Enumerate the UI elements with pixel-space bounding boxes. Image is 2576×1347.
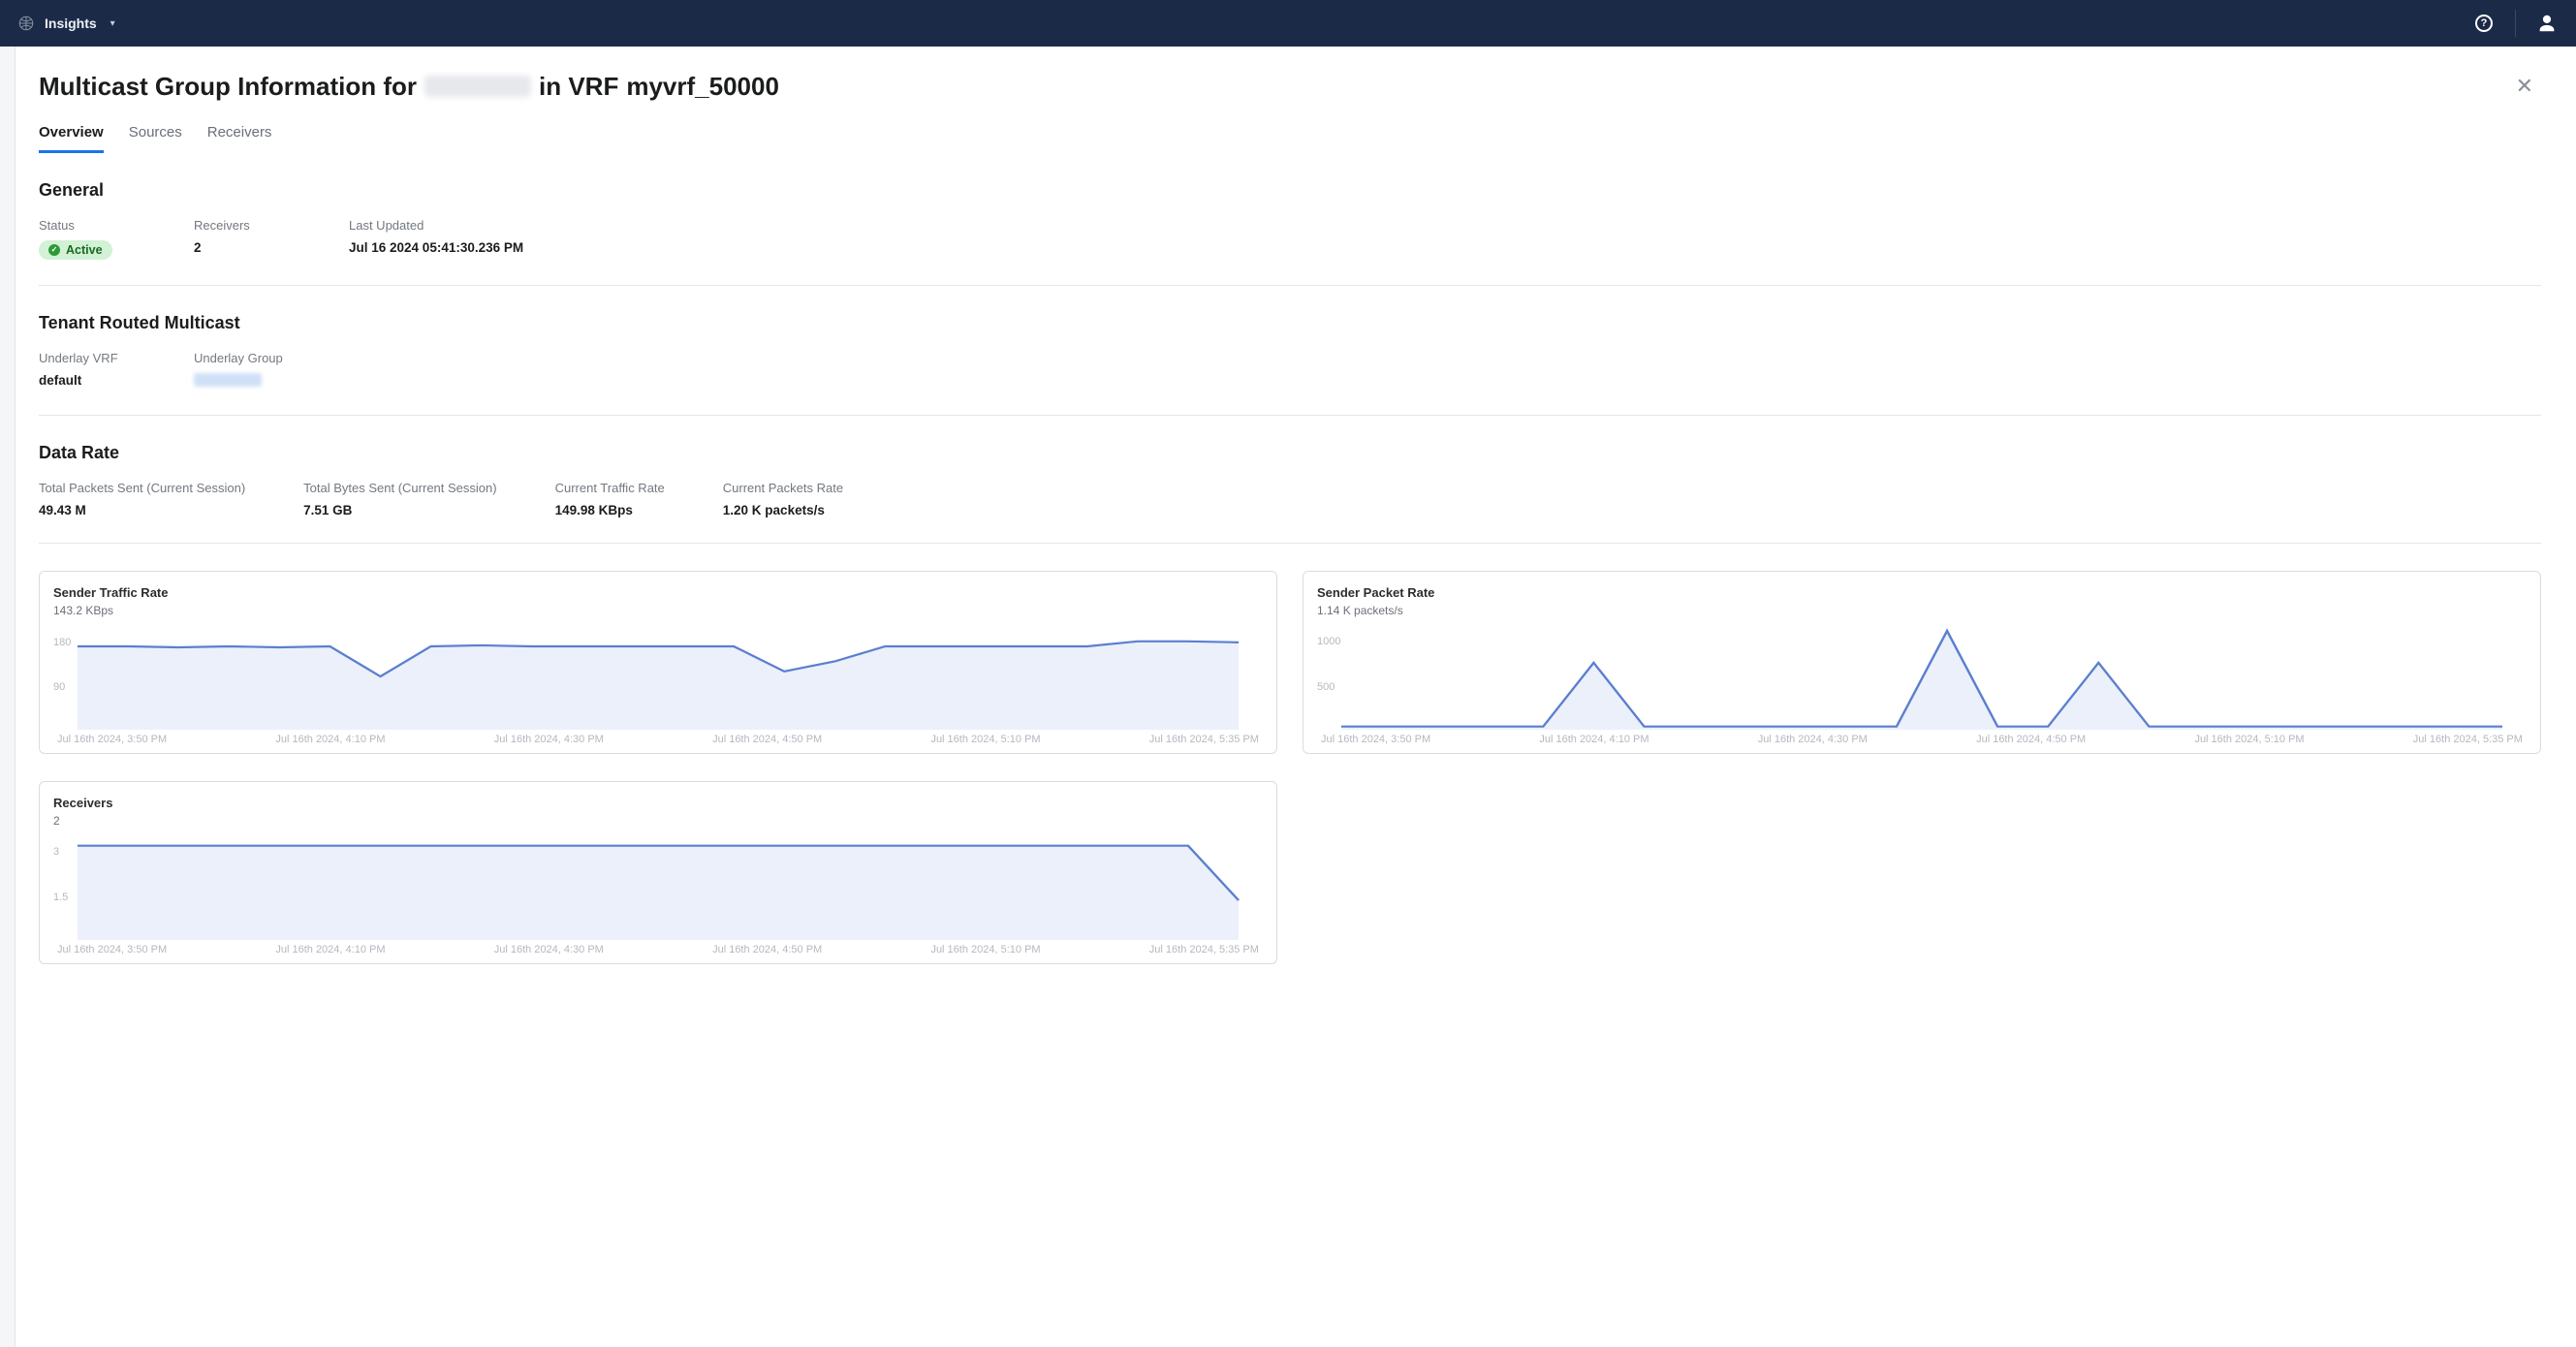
divider — [39, 285, 2541, 286]
value-underlay-vrf: default — [39, 373, 136, 388]
topbar: Insights ▾ ? — [0, 0, 2576, 47]
chart-sender-packet-rate: Sender Packet Rate 1.14 K packets/s 5001… — [1303, 571, 2541, 754]
x-tick: Jul 16th 2024, 5:10 PM — [930, 944, 1040, 955]
section-title-data-rate: Data Rate — [39, 443, 2541, 463]
value-current-packets: 1.20 K packets/s — [723, 503, 843, 517]
x-tick: Jul 16th 2024, 4:50 PM — [712, 944, 822, 955]
value-receivers: 2 — [194, 240, 291, 255]
chart-subtitle: 1.14 K packets/s — [1317, 604, 2527, 617]
section-general: General Status Active Receivers 2 — [39, 180, 2541, 260]
section-title-general: General — [39, 180, 2541, 201]
kv-total-packets: Total Packets Sent (Current Session) 49.… — [39, 481, 245, 517]
x-tick: Jul 16th 2024, 4:50 PM — [712, 734, 822, 745]
page-title: Multicast Group Information for in VRF m… — [39, 72, 779, 102]
brand-icon — [17, 15, 35, 32]
label-underlay-vrf: Underlay VRF — [39, 351, 136, 365]
chart-subtitle: 2 — [53, 814, 1263, 828]
section-trm: Tenant Routed Multicast Underlay VRF def… — [39, 313, 2541, 390]
chart-plot-area[interactable]: 1.53 — [53, 833, 1263, 940]
chart-x-axis: Jul 16th 2024, 3:50 PM Jul 16th 2024, 4:1… — [53, 734, 1263, 745]
chart-plot-area[interactable]: 90180 — [53, 623, 1263, 730]
label-current-packets: Current Packets Rate — [723, 481, 843, 495]
kv-current-packets: Current Packets Rate 1.20 K packets/s — [723, 481, 843, 517]
divider — [39, 415, 2541, 416]
help-button[interactable]: ? — [2472, 12, 2496, 35]
topbar-divider — [2515, 10, 2516, 37]
left-rail — [0, 47, 16, 1347]
chart-plot-area[interactable]: 5001000 — [1317, 623, 2527, 730]
x-tick: Jul 16th 2024, 3:50 PM — [57, 944, 167, 955]
tab-receivers[interactable]: Receivers — [207, 124, 272, 153]
kv-receivers: Receivers 2 — [194, 218, 291, 260]
check-icon — [48, 244, 60, 256]
value-underlay-group-redacted — [194, 373, 262, 387]
kv-underlay-group: Underlay Group — [194, 351, 291, 390]
kv-status: Status Active — [39, 218, 136, 260]
kv-total-bytes: Total Bytes Sent (Current Session) 7.51 … — [303, 481, 496, 517]
brand-dropdown[interactable]: Insights ▾ — [17, 15, 115, 32]
title-vrf-name: myvrf_50000 — [626, 72, 779, 102]
chart-receivers: Receivers 2 1.53 Jul 16th 2024, 3:50 PMJ… — [39, 781, 1277, 964]
x-tick: Jul 16th 2024, 4:50 PM — [1976, 734, 2086, 745]
x-tick: Jul 16th 2024, 4:30 PM — [1758, 734, 1868, 745]
x-tick: Jul 16th 2024, 3:50 PM — [1321, 734, 1430, 745]
status-value: Active — [66, 243, 103, 257]
x-tick: Jul 16th 2024, 5:35 PM — [1149, 734, 1259, 745]
close-button[interactable]: ✕ — [2508, 70, 2541, 103]
label-current-traffic: Current Traffic Rate — [555, 481, 665, 495]
divider — [39, 543, 2541, 544]
tab-sources[interactable]: Sources — [129, 124, 182, 153]
kv-last-updated: Last Updated Jul 16 2024 05:41:30.236 PM — [349, 218, 523, 260]
chart-sender-traffic-rate: Sender Traffic Rate 143.2 KBps 90180 Jul… — [39, 571, 1277, 754]
x-tick: Jul 16th 2024, 4:30 PM — [494, 734, 604, 745]
chevron-down-icon: ▾ — [110, 18, 115, 29]
x-tick: Jul 16th 2024, 3:50 PM — [57, 734, 167, 745]
kv-current-traffic: Current Traffic Rate 149.98 KBps — [555, 481, 665, 517]
value-last-updated: Jul 16 2024 05:41:30.236 PM — [349, 240, 523, 255]
title-prefix: Multicast Group Information for — [39, 72, 417, 102]
label-last-updated: Last Updated — [349, 218, 523, 233]
brand-label: Insights — [45, 16, 97, 31]
chart-x-axis: Jul 16th 2024, 3:50 PM Jul 16th 2024, 4:1… — [1317, 734, 2527, 745]
help-icon: ? — [2475, 15, 2493, 32]
section-data-rate: Data Rate Total Packets Sent (Current Se… — [39, 443, 2541, 517]
status-badge: Active — [39, 240, 112, 260]
chart-title: Sender Traffic Rate — [53, 585, 1263, 600]
x-tick: Jul 16th 2024, 4:10 PM — [275, 944, 385, 955]
value-total-bytes: 7.51 GB — [303, 503, 496, 517]
label-receivers: Receivers — [194, 218, 291, 233]
x-tick: Jul 16th 2024, 5:10 PM — [930, 734, 1040, 745]
label-underlay-group: Underlay Group — [194, 351, 291, 365]
user-menu-button[interactable] — [2535, 12, 2559, 35]
main-content: Multicast Group Information for in VRF m… — [16, 47, 2576, 1347]
x-tick: Jul 16th 2024, 5:10 PM — [2194, 734, 2304, 745]
value-current-traffic: 149.98 KBps — [555, 503, 665, 517]
redacted-group-name — [424, 76, 531, 97]
label-total-bytes: Total Bytes Sent (Current Session) — [303, 481, 496, 495]
user-icon — [2536, 13, 2558, 34]
x-tick: Jul 16th 2024, 5:35 PM — [1149, 944, 1259, 955]
tabs: Overview Sources Receivers — [39, 124, 2541, 153]
chart-title: Receivers — [53, 796, 1263, 810]
x-tick: Jul 16th 2024, 4:30 PM — [494, 944, 604, 955]
kv-underlay-vrf: Underlay VRF default — [39, 351, 136, 390]
label-total-packets: Total Packets Sent (Current Session) — [39, 481, 245, 495]
label-status: Status — [39, 218, 136, 233]
x-tick: Jul 16th 2024, 5:35 PM — [2413, 734, 2523, 745]
chart-x-axis: Jul 16th 2024, 3:50 PM Jul 16th 2024, 4:1… — [53, 944, 1263, 955]
title-vrf-prefix: in VRF — [539, 72, 618, 102]
section-title-trm: Tenant Routed Multicast — [39, 313, 2541, 333]
x-tick: Jul 16th 2024, 4:10 PM — [275, 734, 385, 745]
chart-subtitle: 143.2 KBps — [53, 604, 1263, 617]
tab-overview[interactable]: Overview — [39, 124, 104, 153]
value-total-packets: 49.43 M — [39, 503, 245, 517]
x-tick: Jul 16th 2024, 4:10 PM — [1539, 734, 1649, 745]
chart-title: Sender Packet Rate — [1317, 585, 2527, 600]
